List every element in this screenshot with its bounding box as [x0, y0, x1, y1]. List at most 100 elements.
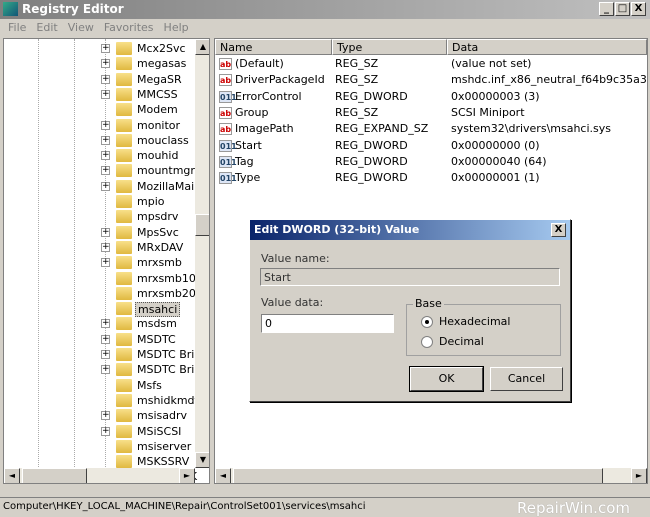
tree-item[interactable]: + MozillaMainte	[4, 179, 209, 194]
expand-plus-icon[interactable]: +	[101, 334, 110, 344]
tree-item-label: msahci	[135, 302, 181, 318]
value-data: 0x00000003 (3)	[451, 89, 540, 103]
tree-horizontal-scrollbar[interactable]: ◄ ►	[4, 468, 195, 483]
tree-item[interactable]: + MSiSCSI	[4, 424, 194, 439]
scroll-left-arrow-icon[interactable]: ◄	[215, 468, 231, 483]
expand-plus-icon[interactable]: +	[101, 426, 110, 436]
tree-item-label: monitor	[137, 118, 181, 132]
expand-plus-icon[interactable]: +	[101, 411, 110, 421]
tree-item[interactable]: + msisadrv	[4, 408, 194, 423]
tree-item[interactable]: + mountmgr	[4, 163, 195, 178]
value-row[interactable]: ab ImagePath REG_EXPAND_SZ system32\drivers…	[215, 121, 647, 137]
tree-item[interactable]: + mrxsmb	[4, 255, 194, 270]
value-row[interactable]: 011 Type REG_DWORD 0x00000001 (1)	[215, 170, 647, 186]
column-header-name[interactable]: Name	[215, 39, 332, 55]
expand-plus-icon[interactable]: +	[101, 59, 110, 69]
window-title: Registry Editor	[22, 2, 124, 16]
tree-item[interactable]: mshidkmdf	[4, 393, 198, 408]
folder-icon	[116, 332, 132, 346]
tree-item[interactable]: Modem	[4, 102, 194, 117]
tree-item-label: mshidkmdf	[137, 393, 199, 407]
decimal-radio[interactable]: Decimal	[421, 335, 484, 348]
menu-help[interactable]: Help	[160, 19, 195, 37]
value-row[interactable]: ab (Default) REG_SZ (value not set)	[215, 56, 647, 72]
binary-value-icon: 011	[219, 172, 237, 185]
value-data-input[interactable]: 0	[261, 314, 394, 333]
expand-plus-icon[interactable]: +	[101, 258, 110, 268]
tree-item[interactable]: mpsdrv	[4, 209, 194, 224]
tree-item[interactable]: msiserver	[4, 439, 194, 454]
tree-item[interactable]: + MpsSvc	[4, 225, 194, 240]
scroll-down-arrow-icon[interactable]: ▼	[195, 452, 209, 468]
tree-item[interactable]: + MMCSS	[4, 87, 194, 102]
column-header-data[interactable]: Data	[447, 39, 647, 55]
expand-plus-icon[interactable]: +	[101, 181, 110, 191]
tree-item[interactable]: Msfs	[4, 378, 194, 393]
tree-item[interactable]: + Mcx2Svc	[4, 41, 194, 56]
cancel-button[interactable]: Cancel	[490, 367, 563, 391]
scroll-right-arrow-icon[interactable]: ►	[179, 468, 195, 483]
menu-favorites[interactable]: Favorites	[100, 19, 160, 37]
expand-plus-icon[interactable]: +	[101, 242, 110, 252]
scroll-thumb[interactable]	[233, 468, 603, 483]
scroll-thumb[interactable]	[195, 214, 209, 236]
expand-plus-icon[interactable]: +	[101, 350, 110, 359]
expand-plus-icon[interactable]: +	[101, 319, 110, 329]
expand-plus-icon[interactable]: +	[101, 365, 110, 375]
hexadecimal-radio[interactable]: Hexadecimal	[421, 315, 510, 328]
scroll-right-arrow-icon[interactable]: ►	[631, 468, 647, 483]
value-row[interactable]: ab Group REG_SZ SCSI Miniport	[215, 105, 647, 121]
tree-item[interactable]: MSKSSRV	[4, 454, 194, 469]
decimal-label: Decimal	[439, 335, 484, 348]
folder-icon	[116, 179, 132, 193]
menu-view[interactable]: View	[64, 19, 100, 37]
tree-item[interactable]: + MRxDAV	[4, 240, 194, 255]
expand-plus-icon[interactable]: +	[101, 227, 110, 237]
tree-item[interactable]: + MSDTC Bridg	[4, 347, 208, 362]
list-horizontal-scrollbar[interactable]: ◄ ►	[215, 468, 647, 483]
tree-item-label: MpsSvc	[137, 225, 179, 239]
tree-item[interactable]: msahci	[4, 301, 194, 318]
scroll-left-arrow-icon[interactable]: ◄	[4, 468, 20, 483]
scroll-thumb[interactable]	[22, 468, 87, 483]
maximize-button[interactable]: □	[615, 2, 630, 16]
menu-edit[interactable]: Edit	[32, 19, 63, 37]
tree-item[interactable]: + MSDTC	[4, 332, 194, 347]
tree-item[interactable]: + monitor	[4, 118, 194, 133]
tree-item[interactable]: mpio	[4, 194, 194, 209]
tree-item[interactable]: mrxsmb20	[4, 286, 196, 301]
value-row[interactable]: 011 Tag REG_DWORD 0x00000040 (64)	[215, 154, 647, 170]
expand-plus-icon[interactable]: +	[101, 135, 110, 145]
tree-item[interactable]: + msdsm	[4, 316, 194, 331]
minimize-button[interactable]: _	[599, 2, 614, 16]
expand-plus-icon[interactable]: +	[101, 166, 110, 176]
expand-plus-icon[interactable]: +	[101, 151, 110, 161]
tree-item[interactable]: + mouhid	[4, 148, 194, 163]
expand-plus-icon[interactable]: +	[101, 74, 110, 84]
value-row[interactable]: 011 Start REG_DWORD 0x00000000 (0)	[215, 138, 647, 154]
tree-vertical-scrollbar[interactable]: ▲ ▼	[195, 39, 209, 468]
tree-item[interactable]: mrxsmb10	[4, 271, 196, 286]
tree-item[interactable]: + MegaSR	[4, 72, 194, 87]
tree-item[interactable]: + MSDTC Bridg	[4, 362, 208, 377]
menu-file[interactable]: File	[4, 19, 32, 37]
value-row[interactable]: 011 ErrorControl REG_DWORD 0x00000003 (3)	[215, 89, 647, 105]
expand-plus-icon[interactable]: +	[101, 44, 110, 53]
dialog-close-button[interactable]: X	[551, 223, 566, 237]
tree-item-label: msdsm	[137, 317, 177, 331]
value-name: ImagePath	[235, 122, 294, 136]
scroll-up-arrow-icon[interactable]: ▲	[195, 39, 209, 55]
expand-plus-icon[interactable]: +	[101, 120, 110, 130]
folder-icon	[116, 149, 132, 163]
tree-item[interactable]: + mouclass	[4, 133, 194, 148]
current-key-path: Computer\HKEY_LOCAL_MACHINE\Repair\Contr…	[3, 501, 366, 512]
expand-plus-icon[interactable]: +	[101, 89, 110, 99]
close-button[interactable]: X	[631, 2, 646, 16]
value-data-label: Value data:	[261, 296, 324, 309]
column-header-type[interactable]: Type	[332, 39, 447, 55]
tree-item[interactable]: + megasas	[4, 56, 194, 71]
value-type: REG_SZ	[335, 105, 379, 119]
value-name: Type	[235, 171, 261, 185]
value-row[interactable]: ab DriverPackageId REG_SZ mshdc.inf_x86_neu…	[215, 72, 647, 88]
ok-button[interactable]: OK	[409, 366, 484, 392]
